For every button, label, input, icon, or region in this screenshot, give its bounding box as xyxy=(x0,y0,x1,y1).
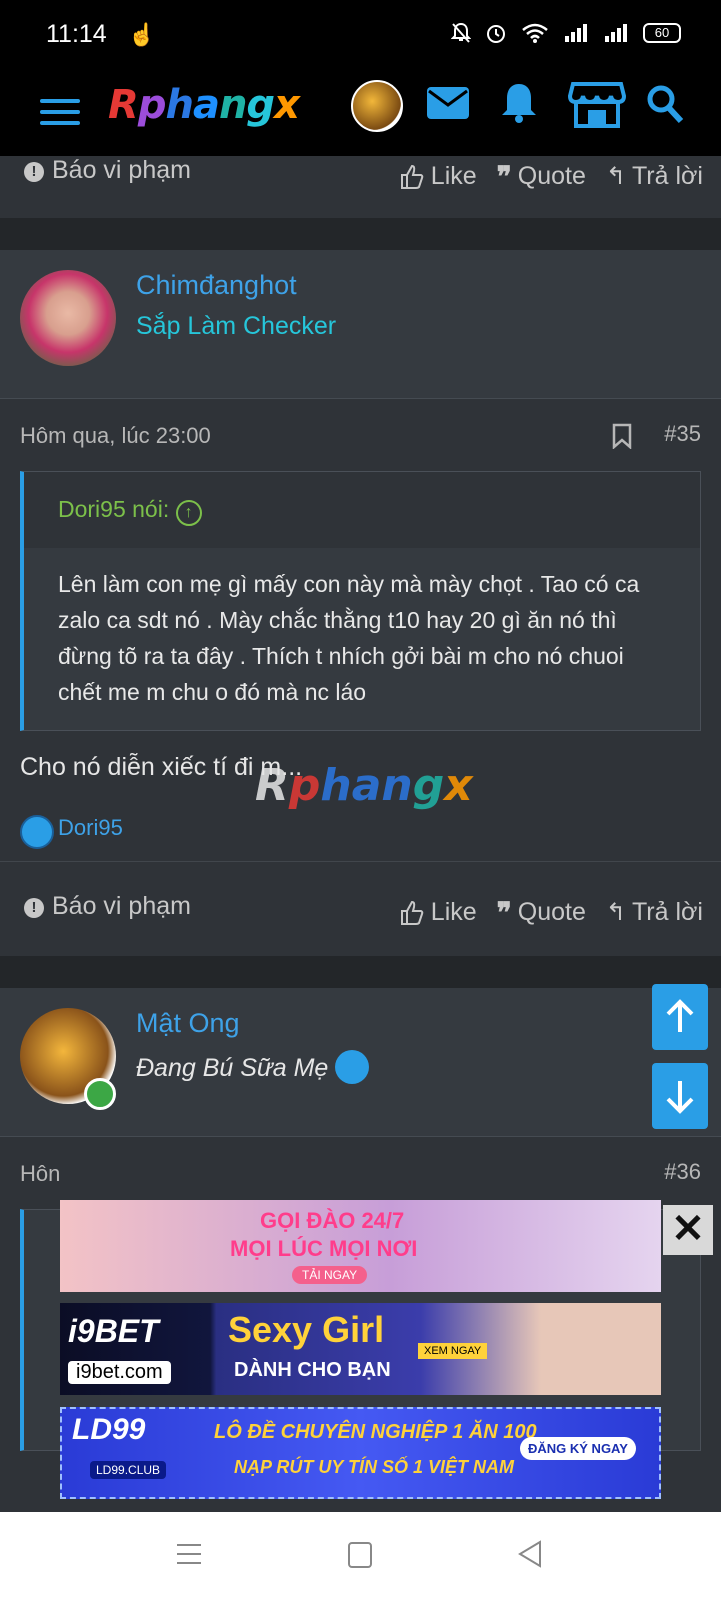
report-label: Báo vi phạm xyxy=(52,892,191,920)
post-number[interactable]: #36 xyxy=(664,1159,701,1185)
report-link[interactable]: ! Báo vi phạm xyxy=(24,156,191,185)
author-title: Đang Bú Sữa Mẹ xyxy=(136,1050,370,1084)
system-nav-bar xyxy=(0,1512,721,1600)
quote-header[interactable]: Dori95 nói: ↑ xyxy=(24,472,700,548)
reply-label: Trả lời xyxy=(631,898,703,926)
post-author-block: Mật Ong Đang Bú Sữa Mẹ xyxy=(0,988,721,1137)
wifi-icon xyxy=(522,23,548,43)
author-name[interactable]: Mật Ong xyxy=(136,1008,240,1039)
online-status-icon xyxy=(84,1078,116,1110)
arrow-up-icon xyxy=(666,999,694,1032)
quote-label: Quote xyxy=(517,898,586,926)
post-separator xyxy=(0,218,721,250)
post-meta: Hôn #36 xyxy=(0,1137,721,1209)
reaction-user[interactable]: Dori95 xyxy=(58,815,123,841)
battery-icon: 60 xyxy=(643,23,681,43)
mail-icon[interactable] xyxy=(426,86,470,120)
post-author-block: Chimđanghot Sắp Làm Checker xyxy=(0,250,721,399)
thumbs-up-icon xyxy=(400,164,424,189)
post-meta: Hôm qua, lúc 23:00 #35 xyxy=(0,399,721,471)
quote-label: Quote xyxy=(517,162,586,190)
ad-brand: i9BET xyxy=(68,1313,159,1349)
like-button[interactable]: Like xyxy=(399,160,477,193)
ad-banner[interactable]: LD99 LD99.CLUB LÔ ĐỀ CHUYÊN NGHIỆP 1 ĂN … xyxy=(60,1407,661,1499)
ad-site: i9bet.com xyxy=(68,1361,171,1384)
ad-headline: GỌI ĐÀO 24/7 xyxy=(260,1208,405,1233)
like-reaction-icon[interactable] xyxy=(20,815,54,849)
like-label: Like xyxy=(430,162,477,190)
alert-icon: ! xyxy=(24,162,44,182)
recent-apps-icon[interactable] xyxy=(176,1542,202,1566)
top-nav: Rphangx xyxy=(0,70,721,156)
ad-headline: LÔ ĐỀ CHUYÊN NGHIỆP 1 ĂN 100 xyxy=(214,1421,537,1443)
status-bar: 11:14 ☝ 60 xyxy=(0,0,721,70)
quote-icon: ❞ xyxy=(496,897,512,928)
arrow-down-icon xyxy=(666,1081,694,1114)
alarm-icon xyxy=(487,25,505,43)
reply-button[interactable]: ↰ Trả lời xyxy=(606,160,703,193)
post-date[interactable]: Hôm qua, lúc 23:00 xyxy=(20,423,211,449)
post-date[interactable]: Hôn xyxy=(20,1161,60,1187)
back-icon[interactable] xyxy=(518,1540,542,1568)
like-label: Like xyxy=(430,898,477,926)
search-icon[interactable] xyxy=(646,84,684,124)
bookmark-icon[interactable] xyxy=(611,423,633,449)
mute-bell-icon xyxy=(451,22,471,43)
bell-icon[interactable] xyxy=(500,82,538,124)
site-logo[interactable]: Rphangx xyxy=(108,82,300,128)
menu-icon[interactable] xyxy=(40,92,80,132)
ad-banner[interactable]: GỌI ĐÀO 24/7 MỌI LÚC MỌI NƠI TẢI NGAY xyxy=(60,1200,661,1292)
reply-icon: ↰ xyxy=(605,899,626,926)
ad-brand: LD99 xyxy=(72,1413,146,1446)
author-name[interactable]: Chimđanghot xyxy=(136,270,297,301)
post-actions: ! Báo vi phạm Like ❞ Quote ↰ Trả lời xyxy=(0,156,721,218)
close-ad-button[interactable]: ✕ xyxy=(663,1205,713,1255)
reaction-bar: Dori95 xyxy=(0,803,721,862)
quote-author: Dori95 nói: xyxy=(58,496,170,522)
author-title-text: Đang Bú Sữa Mẹ xyxy=(136,1054,329,1082)
ad-subline: NẠP RÚT UY TÍN SỐ 1 VIỆT NAM xyxy=(234,1457,515,1477)
post-actions: ! Báo vi phạm Like ❞ Quote ↰ Trả lời xyxy=(0,862,721,956)
ad-cta[interactable]: TẢI NGAY xyxy=(292,1266,368,1284)
report-label: Báo vi phạm xyxy=(52,156,191,184)
alert-icon: ! xyxy=(24,898,44,918)
ad-site: LD99.CLUB xyxy=(90,1461,167,1479)
reply-label: Trả lời xyxy=(631,162,703,190)
post-body: Hôm qua, lúc 23:00 #35 Dori95 nói: ↑ Lên… xyxy=(0,399,721,956)
watermark-logo: Rphangx xyxy=(255,760,473,811)
signal-icon xyxy=(565,24,587,42)
ad-subline: MỌI LÚC MỌI NƠI xyxy=(230,1236,418,1261)
scroll-bottom-button[interactable] xyxy=(652,1063,708,1129)
ad-subline: DÀNH CHO BẠN xyxy=(234,1359,391,1381)
scroll-top-button[interactable] xyxy=(652,984,708,1050)
report-link[interactable]: ! Báo vi phạm xyxy=(24,892,191,921)
quote-text: Lên làm con mẹ gì mấy con này mà mày chọ… xyxy=(24,548,700,730)
thumbs-up-icon xyxy=(400,900,424,925)
ad-banner[interactable]: i9BET i9bet.com Sexy Girl DÀNH CHO BẠN X… xyxy=(60,1303,661,1395)
user-avatar[interactable] xyxy=(351,80,403,132)
ad-headline: Sexy Girl xyxy=(228,1309,385,1350)
post-separator xyxy=(0,956,721,988)
edit-user-icon xyxy=(335,1050,370,1084)
quote-button[interactable]: ❞ Quote xyxy=(497,160,586,193)
close-icon: ✕ xyxy=(671,1207,705,1251)
reply-button[interactable]: ↰ Trả lời xyxy=(606,896,703,929)
post-number[interactable]: #35 xyxy=(664,421,701,447)
author-title: Sắp Làm Checker xyxy=(136,312,337,340)
author-avatar[interactable] xyxy=(20,270,116,366)
store-icon[interactable] xyxy=(568,80,626,128)
arrow-up-circle-icon[interactable]: ↑ xyxy=(175,500,202,526)
reply-icon: ↰ xyxy=(605,163,626,190)
touch-icon: ☝ xyxy=(128,22,156,47)
ad-cta[interactable]: XEM NGAY xyxy=(418,1343,488,1359)
status-time: 11:14 xyxy=(46,20,107,48)
quote-button[interactable]: ❞ Quote xyxy=(497,896,586,929)
quote-block: Dori95 nói: ↑ Lên làm con mẹ gì mấy con … xyxy=(20,471,701,731)
quote-icon: ❞ xyxy=(496,161,512,192)
like-button[interactable]: Like xyxy=(399,896,477,929)
signal-icon-2 xyxy=(605,24,627,42)
ad-cta[interactable]: ĐĂNG KÝ NGAY xyxy=(520,1437,636,1460)
home-icon[interactable] xyxy=(348,1542,372,1568)
